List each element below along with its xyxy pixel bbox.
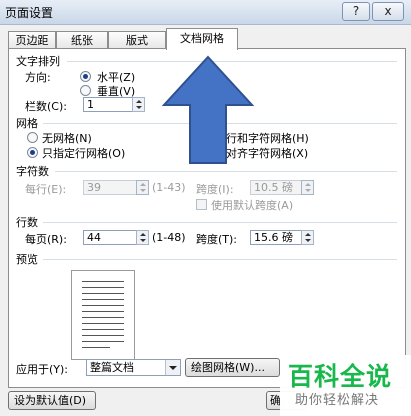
section-title-text-direction: 文字排列 [16,55,60,68]
line-pitch-spinner[interactable] [301,230,314,245]
columns-label: 栏数(C): [25,100,67,113]
tab-layout[interactable]: 版式 [108,31,166,49]
line-pitch-label: 跨度(T): [196,233,238,246]
columns-input[interactable]: 1 [83,97,133,112]
radio-lines-only-label[interactable]: 只指定行网格(O) [42,145,125,161]
chars-per-line-range: (1-43) [152,181,186,194]
section-title-preview: 预览 [16,253,38,266]
lines-per-page-range: (1-48) [152,231,186,244]
preview-page [71,270,135,360]
radio-horizontal[interactable] [80,71,91,82]
lines-per-page-spinner[interactable] [136,230,149,245]
watermark-subtitle: 助你轻松解决 [295,393,380,408]
lines-per-page-input[interactable]: 44 [83,230,137,245]
draw-grid-button[interactable]: 绘图网格(W)... [185,358,280,377]
page-setup-dialog: 页面设置 ? x 页边距 纸张 版式 文档网格 文字排列 方向: 水平(Z) 垂… [0,0,411,416]
section-divider [55,171,397,172]
section-title-characters: 字符数 [16,165,49,178]
char-pitch-spinner[interactable] [301,180,314,195]
radio-no-grid-label[interactable]: 无网格(N) [42,130,92,146]
section-title-grid: 网格 [16,117,38,130]
preview-line [82,335,124,336]
preview-line [82,341,124,342]
preview-line [82,293,124,294]
chars-per-line-input[interactable]: 39 [83,180,137,195]
preview-line [82,299,124,300]
window-title: 页面设置 [5,6,54,20]
section-title-lines: 行数 [16,216,38,229]
tab-margins[interactable]: 页边距 [8,31,56,49]
char-pitch-input[interactable]: 10.5 磅 [250,180,302,195]
chevron-down-icon [165,360,180,375]
radio-vertical[interactable] [80,85,91,96]
help-button[interactable]: ? [342,2,370,21]
preview-line [82,287,124,288]
preview-line [82,281,124,282]
preview-line [82,329,124,330]
lines-per-page-label: 每页(R): [25,233,67,246]
apply-to-value: 整篇文档 [90,361,134,374]
preview-line [82,323,124,324]
set-default-button[interactable]: 设为默认值(D) [8,391,96,410]
watermark: 百科全说 助你轻松解决 [280,355,411,416]
section-divider [43,222,397,223]
preview-line [82,305,124,306]
radio-lines-only[interactable] [27,147,38,158]
section-divider [43,259,397,260]
char-pitch-label: 跨度(I): [196,183,234,196]
line-pitch-input[interactable]: 15.6 磅 [250,230,302,245]
default-pitch-label[interactable]: 使用默认跨度(A) [211,197,293,213]
preview-line [82,317,124,318]
tab-document-grid[interactable]: 文档网格 [166,28,238,50]
preview-line [82,347,110,348]
apply-to-label: 应用于(Y): [16,363,69,376]
close-button[interactable]: x [372,2,404,21]
default-pitch-checkbox[interactable] [196,199,207,210]
arrow-shape [161,55,255,164]
radio-no-grid[interactable] [27,132,38,143]
title-bar: 页面设置 ? x [0,0,411,25]
chars-per-line-label: 每行(E): [25,183,67,196]
apply-to-select[interactable]: 整篇文档 [86,359,181,376]
direction-label: 方向: [25,71,51,84]
columns-spinner[interactable] [132,97,145,112]
chars-per-line-spinner[interactable] [136,180,149,195]
up-arrow-annotation [161,55,255,164]
preview-line [82,311,124,312]
tab-paper[interactable]: 纸张 [56,31,108,49]
watermark-logo: 百科全说 [288,362,393,391]
